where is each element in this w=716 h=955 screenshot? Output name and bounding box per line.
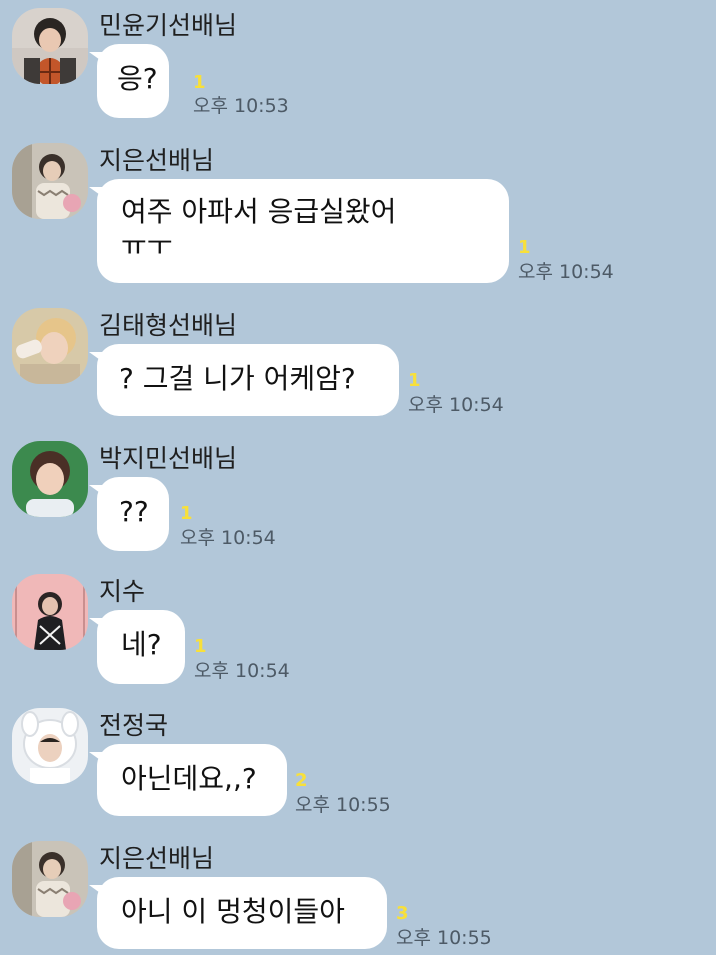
message-bubble[interactable]: 응? [89, 44, 169, 118]
profile-photo-icon [12, 841, 88, 917]
sender-name: 박지민선배님 [99, 444, 238, 473]
avatar[interactable] [12, 841, 88, 917]
message-bubble[interactable]: 아닌데요,,? [89, 744, 287, 816]
unread-count: 1 [193, 72, 206, 93]
sender-name: 민윤기선배님 [99, 11, 238, 40]
avatar[interactable] [12, 441, 88, 517]
avatar[interactable] [12, 574, 88, 650]
message-bubble[interactable]: 네? [89, 610, 185, 684]
profile-photo-icon [12, 708, 88, 784]
unread-count: 1 [408, 370, 421, 391]
message-time: 오후 10:54 [408, 394, 504, 416]
message-time: 오후 10:53 [193, 95, 289, 117]
message-time: 오후 10:54 [180, 527, 276, 549]
avatar[interactable] [12, 8, 88, 84]
message-bubble[interactable]: ?? [89, 477, 169, 551]
sender-name: 김태형선배님 [99, 311, 238, 340]
profile-photo-icon [12, 441, 88, 517]
message-bubble[interactable]: 여주 아파서 응급실왔어 ㅠㅜ [89, 179, 509, 283]
sender-name: 지은선배님 [99, 844, 215, 873]
message-time: 오후 10:54 [518, 261, 614, 283]
unread-count: 3 [396, 903, 409, 924]
profile-photo-icon [12, 574, 88, 650]
avatar[interactable] [12, 708, 88, 784]
sender-name: 전정국 [99, 711, 169, 740]
unread-count: 1 [180, 503, 193, 524]
unread-count: 1 [518, 237, 531, 258]
sender-name: 지은선배님 [99, 146, 215, 175]
avatar[interactable] [12, 143, 88, 219]
message-time: 오후 10:55 [295, 794, 391, 816]
unread-count: 1 [194, 636, 207, 657]
profile-photo-icon [12, 8, 88, 84]
avatar[interactable] [12, 308, 88, 384]
message-bubble[interactable]: 아니 이 멍청이들아 [89, 877, 387, 949]
profile-photo-icon [12, 143, 88, 219]
message-time: 오후 10:55 [396, 927, 492, 949]
message-time: 오후 10:54 [194, 660, 290, 682]
profile-photo-icon [12, 308, 88, 384]
sender-name: 지수 [99, 577, 146, 606]
unread-count: 2 [295, 770, 308, 791]
message-bubble[interactable]: ? 그걸 니가 어케암? [89, 344, 399, 416]
